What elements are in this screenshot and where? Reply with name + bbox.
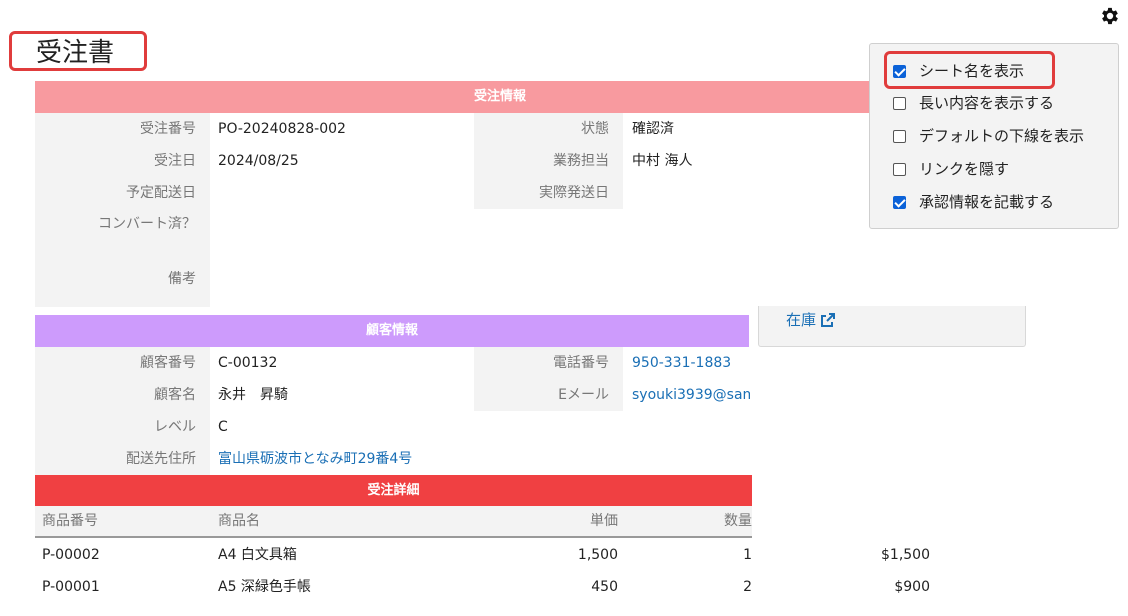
staff-label: 業務担当	[553, 153, 609, 169]
checkbox-include-approval[interactable]	[893, 195, 906, 209]
phone-link[interactable]: 950-331-1883	[632, 353, 731, 373]
level-label: レベル	[154, 419, 196, 435]
status-label: 状態	[581, 121, 609, 137]
option-show-sheet-name[interactable]: シート名を表示	[893, 60, 1024, 82]
order-no-value: PO-20240828-002	[218, 121, 346, 137]
status-value: 確認済	[632, 121, 674, 137]
details-table-header	[35, 506, 752, 538]
cell-unit-price: 1,500	[577, 547, 618, 563]
col-header-product-name: 商品名	[218, 513, 260, 529]
staff-value: 中村 海人	[632, 153, 693, 169]
order-info-header: 受注情報	[35, 81, 965, 113]
cell-amount: $900	[894, 579, 930, 595]
cell-product-no: P-00002	[42, 547, 100, 563]
checkbox-hide-links[interactable]	[893, 162, 906, 176]
cell-product-name: A5 深緑色手帳	[218, 579, 311, 595]
cell-qty: 2	[743, 579, 752, 595]
converted-label: コンバート済？	[98, 216, 196, 232]
gear-icon[interactable]	[1099, 5, 1121, 27]
option-label: デフォルトの下線を表示	[919, 127, 1085, 145]
order-details-header: 受注詳細	[35, 475, 752, 506]
option-label: 承認情報を記載する	[919, 193, 1055, 211]
order-no-label: 受注番号	[140, 121, 196, 137]
phone-label: 電話番号	[553, 355, 609, 371]
option-show-long-content[interactable]: 長い内容を表示する	[893, 92, 1054, 114]
cust-no-value: C-00132	[218, 355, 278, 371]
cust-no-label: 顧客番号	[140, 355, 196, 371]
option-include-approval[interactable]: 承認情報を記載する	[893, 191, 1054, 213]
stock-link[interactable]: 在庫	[786, 310, 836, 330]
order-date-label: 受注日	[154, 153, 196, 169]
cell-product-name: A4 白文具箱	[218, 547, 297, 563]
col-header-product-no: 商品番号	[42, 513, 98, 529]
option-show-default-underline[interactable]: デフォルトの下線を表示	[893, 125, 1084, 147]
address-link[interactable]: 富山県砺波市となみ町29番4号	[218, 449, 412, 469]
planned-ship-label: 予定配送日	[126, 185, 196, 201]
cell-qty: 1	[743, 547, 752, 563]
cell-product-no: P-00001	[42, 579, 100, 595]
sheet-title: 受注書	[36, 38, 115, 68]
level-value: C	[218, 419, 228, 435]
cell-amount: $1,500	[881, 547, 930, 563]
cust-name-value: 永井 昇騎	[218, 387, 288, 403]
option-label: シート名を表示	[919, 62, 1025, 80]
col-header-unit-price: 単価	[590, 513, 618, 529]
cust-name-label: 顧客名	[154, 387, 196, 403]
option-label: リンクを隠す	[919, 160, 1010, 178]
table-row: P-00002 A4 白文具箱 1,500 1 $1,500	[35, 540, 935, 570]
email-link[interactable]: syouki3939@sam	[632, 385, 750, 405]
customer-info-header: 顧客情報	[35, 315, 749, 347]
external-link-icon	[821, 313, 836, 327]
option-hide-links[interactable]: リンクを隠す	[893, 158, 1009, 180]
cell-unit-price: 450	[591, 579, 618, 595]
notes-label: 備考	[168, 271, 196, 287]
checkbox-show-default-underline[interactable]	[893, 129, 906, 143]
address-label: 配送先住所	[126, 451, 196, 467]
email-label: Eメール	[558, 387, 609, 403]
table-row: P-00001 A5 深緑色手帳 450 2 $900	[35, 572, 935, 602]
order-date-value: 2024/08/25	[218, 153, 299, 169]
stock-link-label: 在庫	[786, 311, 817, 329]
option-label: 長い内容を表示する	[919, 94, 1055, 112]
checkbox-show-long-content[interactable]	[893, 96, 906, 110]
col-header-qty: 数量	[724, 513, 752, 529]
actual-ship-label: 実際発送日	[539, 185, 609, 201]
checkbox-show-sheet-name[interactable]	[893, 64, 906, 78]
